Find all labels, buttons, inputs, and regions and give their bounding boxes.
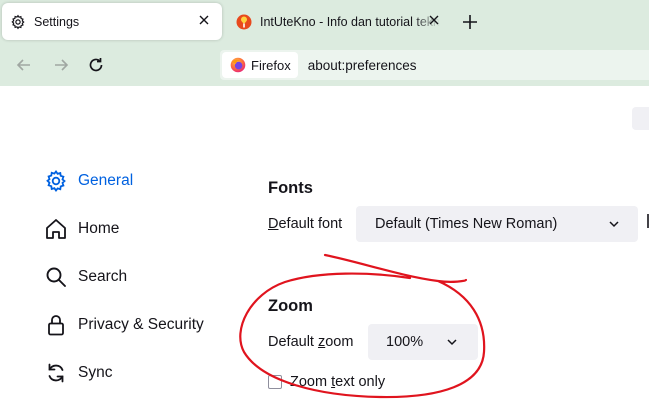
url-bar[interactable]: Firefox about:preferences	[220, 50, 649, 80]
category-general[interactable]: General	[44, 166, 244, 196]
navigation-toolbar: Firefox about:preferences	[0, 44, 649, 86]
chevron-down-icon	[447, 339, 457, 346]
default-zoom-label: Default zoom	[268, 334, 353, 350]
lock-icon	[48, 315, 64, 336]
select-value: Default (Times New Roman)	[375, 216, 558, 232]
category-label: Home	[78, 220, 120, 237]
label-text: Zoom	[290, 374, 332, 390]
identity-box[interactable]: Firefox	[222, 52, 298, 78]
zoom-text-only-label[interactable]: Zoom text only	[290, 374, 385, 390]
category-home[interactable]: Home	[44, 214, 244, 244]
fonts-heading: Fonts	[268, 179, 313, 197]
zoom-text-only-checkbox[interactable]	[268, 375, 282, 389]
chevron-down-icon	[609, 221, 619, 228]
url-text[interactable]: about:preferences	[308, 58, 417, 73]
tab-settings[interactable]: Settings	[2, 3, 222, 40]
gear-icon	[11, 14, 25, 29]
default-font-select[interactable]: Default (Times New Roman)	[356, 206, 638, 242]
category-label: General	[78, 172, 134, 189]
category-label: Privacy & Security	[78, 316, 204, 333]
select-value: 100%	[386, 334, 424, 350]
gear-icon	[46, 169, 66, 193]
new-tab-icon[interactable]	[460, 12, 480, 32]
category-search[interactable]: Search	[44, 262, 244, 292]
category-privacy-security[interactable]: Privacy & Security	[44, 310, 244, 340]
forward-arrow-icon[interactable]	[51, 55, 71, 75]
label-text: efault font	[278, 216, 343, 232]
reload-icon[interactable]	[86, 55, 106, 75]
label-text: ext only	[335, 374, 386, 390]
tab-title: IntUteKno - Info dan tutorial teknologi	[260, 14, 440, 29]
category-sync[interactable]: Sync	[44, 358, 244, 388]
tab-intutekno[interactable]: IntUteKno - Info dan tutorial teknologi	[228, 3, 448, 40]
tab-strip: Settings IntUteKno - Info dan tutorial t…	[0, 0, 649, 44]
intutekno-favicon-icon	[236, 14, 252, 29]
default-font-label: Default font	[268, 216, 342, 232]
label-text: oom	[325, 334, 354, 350]
category-label: Search	[78, 268, 128, 285]
tab-title: Settings	[34, 14, 80, 29]
home-icon	[46, 219, 66, 239]
sync-icon	[48, 363, 64, 383]
back-arrow-icon[interactable]	[14, 55, 34, 75]
accesskey-letter: D	[268, 216, 279, 232]
category-label: Sync	[78, 364, 113, 381]
search-icon	[46, 267, 66, 287]
close-tab-icon[interactable]	[426, 12, 442, 28]
label-text: Default	[268, 334, 318, 350]
zoom-heading: Zoom	[268, 297, 313, 315]
default-zoom-select[interactable]: 100%	[368, 324, 478, 360]
close-tab-icon[interactable]	[196, 12, 212, 28]
find-in-settings-box[interactable]	[632, 107, 649, 130]
identity-label: Firefox	[251, 57, 291, 73]
firefox-logo-icon	[230, 57, 246, 73]
